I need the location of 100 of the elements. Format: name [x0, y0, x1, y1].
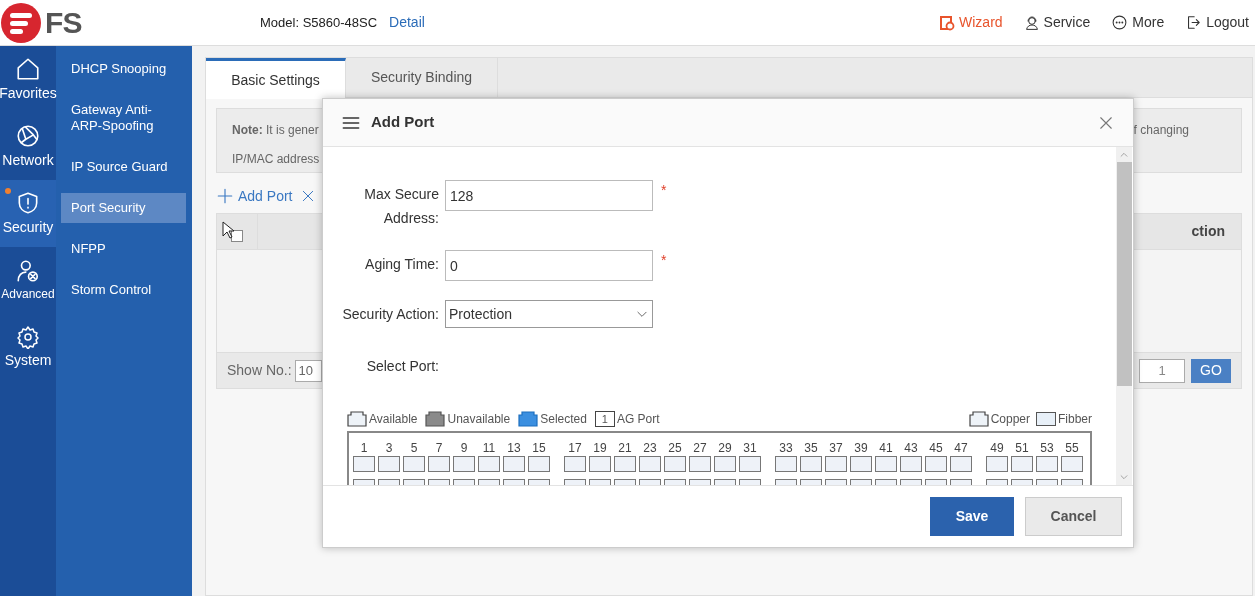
submenu-item[interactable]: DHCP Snooping	[61, 54, 186, 84]
port-number: 55	[1065, 441, 1079, 455]
field-label: Select Port:	[365, 357, 440, 376]
port-number: 35	[804, 441, 818, 455]
port-icon: 1	[594, 411, 615, 427]
port[interactable]	[1036, 456, 1058, 472]
legend-item: Available	[347, 410, 418, 428]
cancel-button[interactable]: Cancel	[1025, 497, 1122, 536]
port[interactable]	[925, 456, 947, 472]
port-icon	[1036, 412, 1056, 426]
port[interactable]	[614, 456, 636, 472]
port-number: 19	[593, 441, 607, 455]
logout-icon	[1185, 14, 1203, 31]
port[interactable]	[589, 456, 611, 472]
rail-item[interactable]: Favorites	[0, 46, 56, 113]
dialog-title: Add Port	[371, 112, 435, 133]
submenu-item[interactable]: IP Source Guard	[61, 152, 186, 182]
field-label: Security Action:	[341, 305, 440, 324]
port[interactable]	[478, 456, 500, 472]
legend-item: Selected	[518, 410, 587, 428]
port-number: 13	[507, 441, 521, 455]
port[interactable]	[503, 456, 525, 472]
port-number: 51	[1015, 441, 1029, 455]
port-number: 31	[743, 441, 757, 455]
column-header: ction	[1191, 222, 1225, 241]
required-mark: *	[661, 181, 667, 200]
port[interactable]	[1061, 456, 1083, 472]
port[interactable]	[528, 456, 550, 472]
port-icon	[425, 411, 446, 427]
port[interactable]	[739, 456, 761, 472]
port[interactable]	[378, 456, 400, 472]
legend-item: Fibber	[1036, 410, 1092, 428]
wizard-icon	[939, 14, 955, 31]
header-link[interactable]: More	[1111, 12, 1165, 33]
input-field[interactable]: 0	[445, 250, 653, 281]
port[interactable]	[428, 456, 450, 472]
legend-item: Unavailable	[425, 410, 511, 428]
port-number: 9	[460, 441, 468, 455]
port-number: 23	[643, 441, 657, 455]
port[interactable]	[900, 456, 922, 472]
submenu-item[interactable]: Gateway Anti-ARP-Spoofing	[61, 95, 186, 141]
port[interactable]	[950, 456, 972, 472]
header-link[interactable]: Service	[1023, 12, 1091, 33]
port-number: 53	[1040, 441, 1054, 455]
port-number: 49	[990, 441, 1004, 455]
go-button[interactable]: GO	[1191, 358, 1231, 383]
port-number: 33	[779, 441, 793, 455]
port-number: 25	[668, 441, 682, 455]
port[interactable]	[775, 456, 797, 472]
legend-item: 1 AG Port	[594, 410, 660, 428]
port-number: 21	[618, 441, 632, 455]
port-number: 43	[904, 441, 918, 455]
port[interactable]	[353, 456, 375, 472]
port[interactable]	[689, 456, 711, 472]
port-number: 1	[360, 441, 368, 455]
submenu-item[interactable]: NFPP	[61, 234, 186, 264]
input-field[interactable]: 128	[445, 180, 653, 211]
rail-item[interactable]: Advanced	[0, 247, 56, 314]
port-number: 17	[568, 441, 582, 455]
globe-icon	[15, 122, 41, 149]
port[interactable]	[850, 456, 872, 472]
port[interactable]	[1011, 456, 1033, 472]
rail-item[interactable]: System	[0, 314, 56, 381]
save-button[interactable]: Save	[930, 497, 1014, 536]
tab[interactable]: Security Binding	[346, 58, 498, 97]
submenu-item[interactable]: Port Security	[61, 193, 186, 223]
port[interactable]	[664, 456, 686, 472]
cursor-icon	[222, 221, 234, 239]
port-icon	[518, 411, 539, 427]
detail-link[interactable]: Detail	[389, 12, 425, 33]
port-number: 39	[854, 441, 868, 455]
note-text: IP/MAC address	[232, 151, 320, 168]
port[interactable]	[403, 456, 425, 472]
note-text: Note: It is gener	[232, 122, 320, 139]
add-port-button[interactable]: Add Port	[216, 185, 293, 207]
port[interactable]	[800, 456, 822, 472]
legend-item: Copper	[968, 410, 1030, 428]
page-field[interactable]: 1	[1139, 358, 1185, 383]
model-label: Model: S5860-48SC	[260, 13, 378, 32]
wizard-link[interactable]: Wizard	[939, 12, 1003, 33]
rail-item[interactable]: Security	[0, 180, 56, 247]
submenu-item[interactable]: Storm Control	[61, 275, 186, 305]
port[interactable]	[986, 456, 1008, 472]
field-label: Max Secure Address:	[363, 185, 440, 228]
port[interactable]	[714, 456, 736, 472]
port[interactable]	[564, 456, 586, 472]
port[interactable]	[875, 456, 897, 472]
port-number: 5	[410, 441, 418, 455]
page-size-field[interactable]: 10	[294, 359, 322, 382]
action-select[interactable]: Protection	[445, 300, 653, 328]
port[interactable]	[825, 456, 847, 472]
port[interactable]	[453, 456, 475, 472]
port-number: 37	[829, 441, 843, 455]
tab[interactable]: Basic Settings	[206, 58, 346, 99]
show-label: Show No.:	[227, 361, 292, 380]
port-icon	[968, 411, 989, 427]
header-link[interactable]: Logout	[1185, 12, 1249, 33]
port[interactable]	[639, 456, 661, 472]
rail-item[interactable]: Network	[0, 113, 56, 180]
note-text: f changing	[1133, 122, 1189, 139]
